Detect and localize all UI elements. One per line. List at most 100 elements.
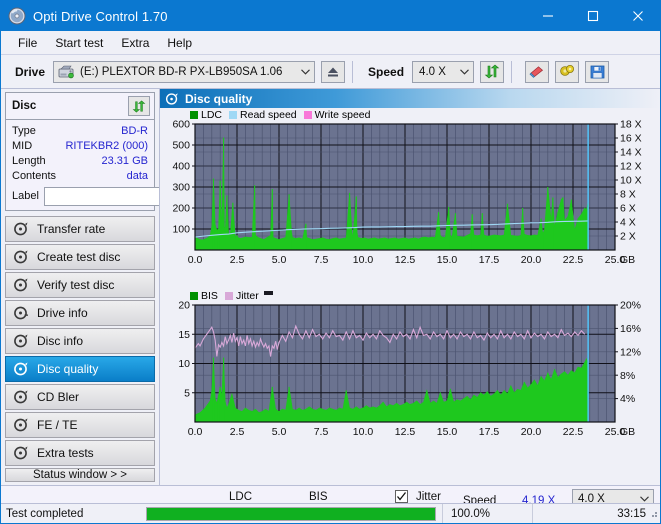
speed-select[interactable]: 4.0 X (412, 60, 475, 83)
disc-icon (165, 92, 179, 106)
sidebar-item-label: Drive info (37, 306, 88, 320)
sidebar-item-label: Extra tests (37, 446, 94, 460)
sidebar-item-label: FE / TE (37, 418, 78, 432)
sidebar-item-transfer-rate[interactable]: Transfer rate (5, 216, 155, 242)
legend-swatch (224, 292, 233, 300)
sidebar-item-create-test-disc[interactable]: Create test disc (5, 244, 155, 270)
sidebar-item-cd-bler[interactable]: CD Bler (5, 384, 155, 410)
svg-text:5.0: 5.0 (272, 254, 287, 266)
sidebar-item-extra-tests[interactable]: Extra tests (5, 440, 155, 466)
sidebar: Disc Type BD-R MID RITEKBR2 (000) Length… (1, 89, 247, 485)
eject-button[interactable] (321, 60, 346, 83)
jitter-checkbox[interactable] (395, 490, 408, 503)
drive-value: (E:) PLEXTOR BD-R PX-LB950SA 1.06 (80, 65, 283, 78)
disc-rows: Type BD-R MID RITEKBR2 (000) Length 23.3… (6, 120, 247, 210)
svg-text:16%: 16% (620, 323, 641, 335)
svg-text:22.5: 22.5 (563, 426, 584, 438)
drive-icon (13, 305, 29, 321)
svg-text:2 X: 2 X (620, 231, 636, 243)
refresh-icon (132, 100, 146, 112)
sidebar-item-label: Verify test disc (37, 278, 115, 292)
menu-item-start-test[interactable]: Start test (46, 33, 112, 53)
svg-text:6 X: 6 X (620, 203, 636, 215)
chevron-down-icon[interactable] (455, 68, 473, 75)
svg-text:100: 100 (172, 224, 190, 236)
summary-header-ldc: LDC (229, 491, 253, 503)
disc-icon (13, 417, 29, 433)
menu-item-extra[interactable]: Extra (112, 33, 158, 53)
toolbar-divider (352, 60, 354, 83)
eraser-icon (529, 65, 543, 78)
disc-icon (13, 389, 29, 405)
sidebar-item-fe-te[interactable]: FE / TE (5, 412, 155, 438)
svg-text:7.5: 7.5 (314, 254, 329, 266)
menu-item-help[interactable]: Help (158, 33, 201, 53)
disc-icon (13, 361, 29, 377)
bis-chart[interactable]: 5 10 15 20 4% 8% 12% 16% 20% 0.0 2.5 5.0 7.5 10.0 12.5… (160, 289, 661, 456)
disc-icon (13, 221, 29, 237)
resize-grip[interactable] (648, 508, 658, 521)
ldc-chart[interactable]: 100 200 300 400 500 600 2 X 4 X 6 X 8 X 10 X 12 X 14… (160, 108, 661, 289)
pane-header: Disc quality (160, 89, 660, 108)
svg-text:10 X: 10 X (620, 175, 642, 187)
status-window-button[interactable]: Status window > > (5, 468, 155, 482)
svg-text:12.5: 12.5 (395, 426, 416, 438)
settings-button[interactable] (555, 60, 580, 83)
save-button[interactable] (585, 60, 610, 83)
svg-text:5.0: 5.0 (272, 426, 287, 438)
summary-header-bis: BIS (309, 491, 328, 503)
svg-text:10.0: 10.0 (353, 254, 374, 266)
legend-swatch (190, 292, 198, 300)
sidebar-item-label: Create test disc (37, 250, 121, 264)
svg-text:14 X: 14 X (620, 147, 642, 159)
elapsed-time: 33:15 (532, 503, 660, 523)
svg-text:GB: GB (620, 426, 635, 438)
sidebar-item-disc-quality[interactable]: Disc quality (5, 356, 155, 382)
svg-text:16 X: 16 X (620, 133, 642, 145)
svg-text:2.5: 2.5 (230, 254, 245, 266)
legend-label: LDC (201, 109, 223, 121)
disc-icon (13, 333, 29, 349)
svg-text:2.5: 2.5 (230, 426, 245, 438)
svg-text:12 X: 12 X (620, 161, 642, 173)
refresh-button[interactable] (480, 60, 505, 83)
content-pane: Disc quality LDC Read speed Write speed 10… (159, 89, 661, 485)
disc-row-length: Length 23.31 GB (12, 153, 148, 168)
close-icon[interactable] (615, 1, 660, 31)
maximize-icon[interactable] (570, 1, 615, 31)
disc-refresh-button[interactable] (128, 96, 150, 116)
svg-text:20%: 20% (620, 300, 641, 312)
legend-swatch (190, 111, 198, 119)
svg-text:20.0: 20.0 (521, 254, 542, 266)
legend-swatch (229, 111, 238, 119)
disc-row-contents: Contents data (12, 168, 148, 183)
disc-row-value: RITEKBR2 (000) (65, 139, 148, 152)
title-bar: Opti Drive Control 1.70 (1, 1, 660, 31)
legend-label: BIS (201, 290, 218, 302)
chevron-down-icon[interactable] (635, 496, 653, 502)
jitter-label: Jitter (416, 491, 441, 503)
sidebar-item-label: Transfer rate (37, 222, 106, 236)
menu-item-file[interactable]: File (9, 33, 46, 53)
sidebar-item-verify-test-disc[interactable]: Verify test disc (5, 272, 155, 298)
bis-chart-legend: BIS Jitter (190, 290, 273, 302)
svg-text:17.5: 17.5 (479, 254, 500, 266)
svg-text:10.0: 10.0 (353, 426, 374, 438)
sidebar-item-drive-info[interactable]: Drive info (5, 300, 155, 326)
chevron-down-icon[interactable] (296, 68, 314, 75)
disc-panel-title: Disc (12, 100, 37, 112)
svg-text:200: 200 (172, 203, 190, 215)
legend-label: Read speed (240, 109, 297, 121)
progress-bar-fill (147, 507, 435, 520)
ldc-chart-legend: LDC Read speed Write speed (190, 109, 378, 121)
legend-item: Write speed (303, 109, 371, 121)
svg-text:600: 600 (172, 119, 190, 131)
sidebar-item-disc-info[interactable]: Disc info (5, 328, 155, 354)
svg-text:8 X: 8 X (620, 189, 636, 201)
eject-icon (328, 67, 339, 76)
drive-select[interactable]: (E:) PLEXTOR BD-R PX-LB950SA 1.06 (53, 60, 316, 83)
speed-label: Speed (368, 64, 405, 79)
minimize-icon[interactable] (525, 1, 570, 31)
window-controls (525, 1, 660, 31)
eraser-button[interactable] (525, 60, 550, 83)
